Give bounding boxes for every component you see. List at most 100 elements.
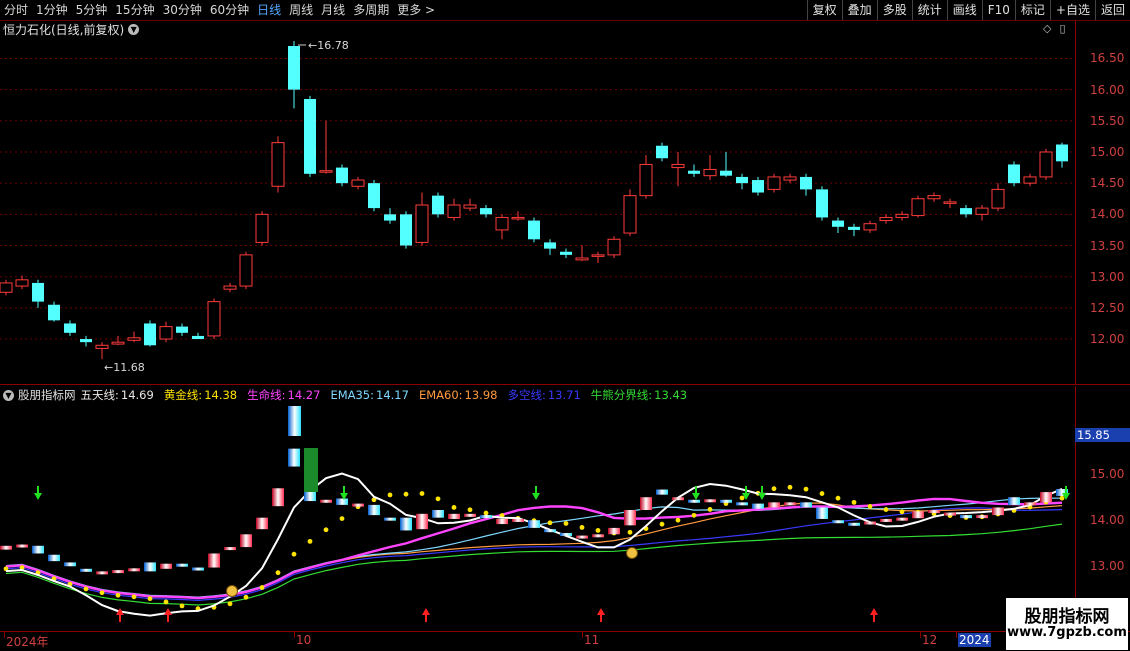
indicator-bar [64,562,76,567]
period-tab[interactable]: 1分钟 [36,0,68,20]
golden-dot [435,496,441,502]
price-tick-label: 16.50 [1090,51,1125,66]
period-tab[interactable]: 多周期 [353,0,389,20]
candlestick [943,198,957,209]
indicator-bar [784,502,796,506]
golden-dot [259,585,265,590]
indicator-bar [928,510,940,514]
toolbar-button[interactable]: 画线 [946,0,982,20]
date-tick [920,632,921,638]
indicator-bar [976,515,988,519]
date-tick [4,632,5,638]
indicator-bar [384,517,396,521]
indicator-tick-label: 15.00 [1090,466,1125,481]
period-tab[interactable]: 周线 [289,0,313,20]
candlestick [192,332,204,340]
toolbar-button[interactable]: +自选 [1049,0,1095,20]
arrow-up-icon [164,608,172,622]
candlestick [32,279,44,308]
date-tick [294,632,295,638]
golden-dot [835,495,841,501]
period-tab[interactable]: 月线 [321,0,345,20]
golden-dot [83,586,89,592]
indicator-bar [800,502,812,508]
date-label: 12 [922,633,938,647]
candlestick [319,120,333,174]
price-tick-label: 12.50 [1090,300,1125,315]
indicator-line [5,502,1063,599]
period-tabs: 分时 1分钟 5分钟 15分钟 30分钟 60分钟 日线 周线 月线 多周期 更多 > [0,0,439,20]
toolbar-button[interactable]: F10 [981,0,1015,20]
indicator-bar [304,448,318,492]
candlestick [656,142,668,162]
date-label: 2024年 [6,635,49,649]
period-tab[interactable]: 日线 [257,0,281,20]
candlestick [720,151,732,177]
indicator-bar [944,512,956,516]
toolbar-button[interactable]: 复权 [806,0,842,20]
diamond-icon[interactable]: ◇ [1043,22,1051,35]
period-tab[interactable]: 5分钟 [76,0,108,20]
indicator-bar [32,545,44,554]
indicator-bar [208,553,220,568]
indicator-bar [288,448,300,467]
period-tab[interactable]: 分时 [4,0,28,20]
indicator-bar [480,515,492,519]
indicator-bar [672,497,684,501]
toolbar-button[interactable]: 统计 [911,0,947,20]
indicator-bar [320,499,332,503]
golden-dot [307,538,313,544]
indicator-bar [1008,497,1020,505]
period-tab[interactable]: 更多 > [397,0,435,20]
golden-dot [675,517,681,523]
indicator-legend-item: 黄金线: 14.38 [163,388,238,402]
candlestick-chart[interactable]: ←16.78 ←11.68 [0,21,1075,384]
toolbar-button[interactable]: 叠加 [841,0,877,20]
golden-dot [659,521,665,527]
indicator-bar [848,522,860,526]
stock-title[interactable]: 恒力石化(日线,前复权) ▼ [3,21,140,37]
toolbar-buttons: 复权 叠加 多股 统计 画线 F10 标记 +自选 返回 [806,0,1130,20]
candlestick [368,180,380,212]
indicator-legend: ▼ 股朋指标网 五天线: 14.69 黄金线: 14.38 生命线: 14.27 EMA35… [3,387,697,403]
candlestick [463,198,477,212]
arrow-down-icon [34,486,42,500]
price-tick-label: 15.00 [1090,144,1125,159]
period-tab[interactable]: 15分钟 [115,0,154,20]
panel-icon[interactable]: ▯ [1059,22,1065,35]
indicator-bar [768,502,780,508]
candlestick [144,320,156,347]
candlestick [1008,161,1020,187]
golden-dot [131,594,137,600]
toolbar-button[interactable]: 多股 [876,0,912,20]
candlestick [447,198,461,221]
toolbar-button[interactable]: 标记 [1014,0,1050,20]
indicator-tick-label: 13.00 [1090,559,1125,574]
chevron-down-icon[interactable]: ▼ [3,389,14,401]
golden-dot [563,521,569,526]
indicator-chart[interactable] [0,386,1075,631]
chevron-down-icon[interactable]: ▼ [128,23,140,35]
indicator-bar [960,515,972,519]
candlestick [863,220,877,234]
low-price-label: ←11.68 [104,361,145,374]
toolbar-button[interactable]: 返回 [1094,0,1130,20]
indicator-bar [192,567,204,571]
candlestick [239,251,253,290]
period-tab[interactable]: 30分钟 [163,0,202,20]
candlestick [384,208,396,224]
money-bag-icon [226,585,238,597]
candlestick [879,214,893,224]
period-tab[interactable]: 60分钟 [210,0,249,20]
date-axis: 2024年 10 11 12 2024 [0,631,1130,651]
candlestick [591,251,605,263]
arrow-up-icon [597,608,605,622]
golden-dot [291,551,297,557]
indicator-bar [576,535,588,539]
chart-corner-icons: ◇ ▯ [1043,22,1066,35]
candlestick [111,335,125,346]
candlestick [127,331,141,343]
golden-dot [771,486,777,492]
golden-dot [419,491,425,496]
candlestick [783,173,797,184]
